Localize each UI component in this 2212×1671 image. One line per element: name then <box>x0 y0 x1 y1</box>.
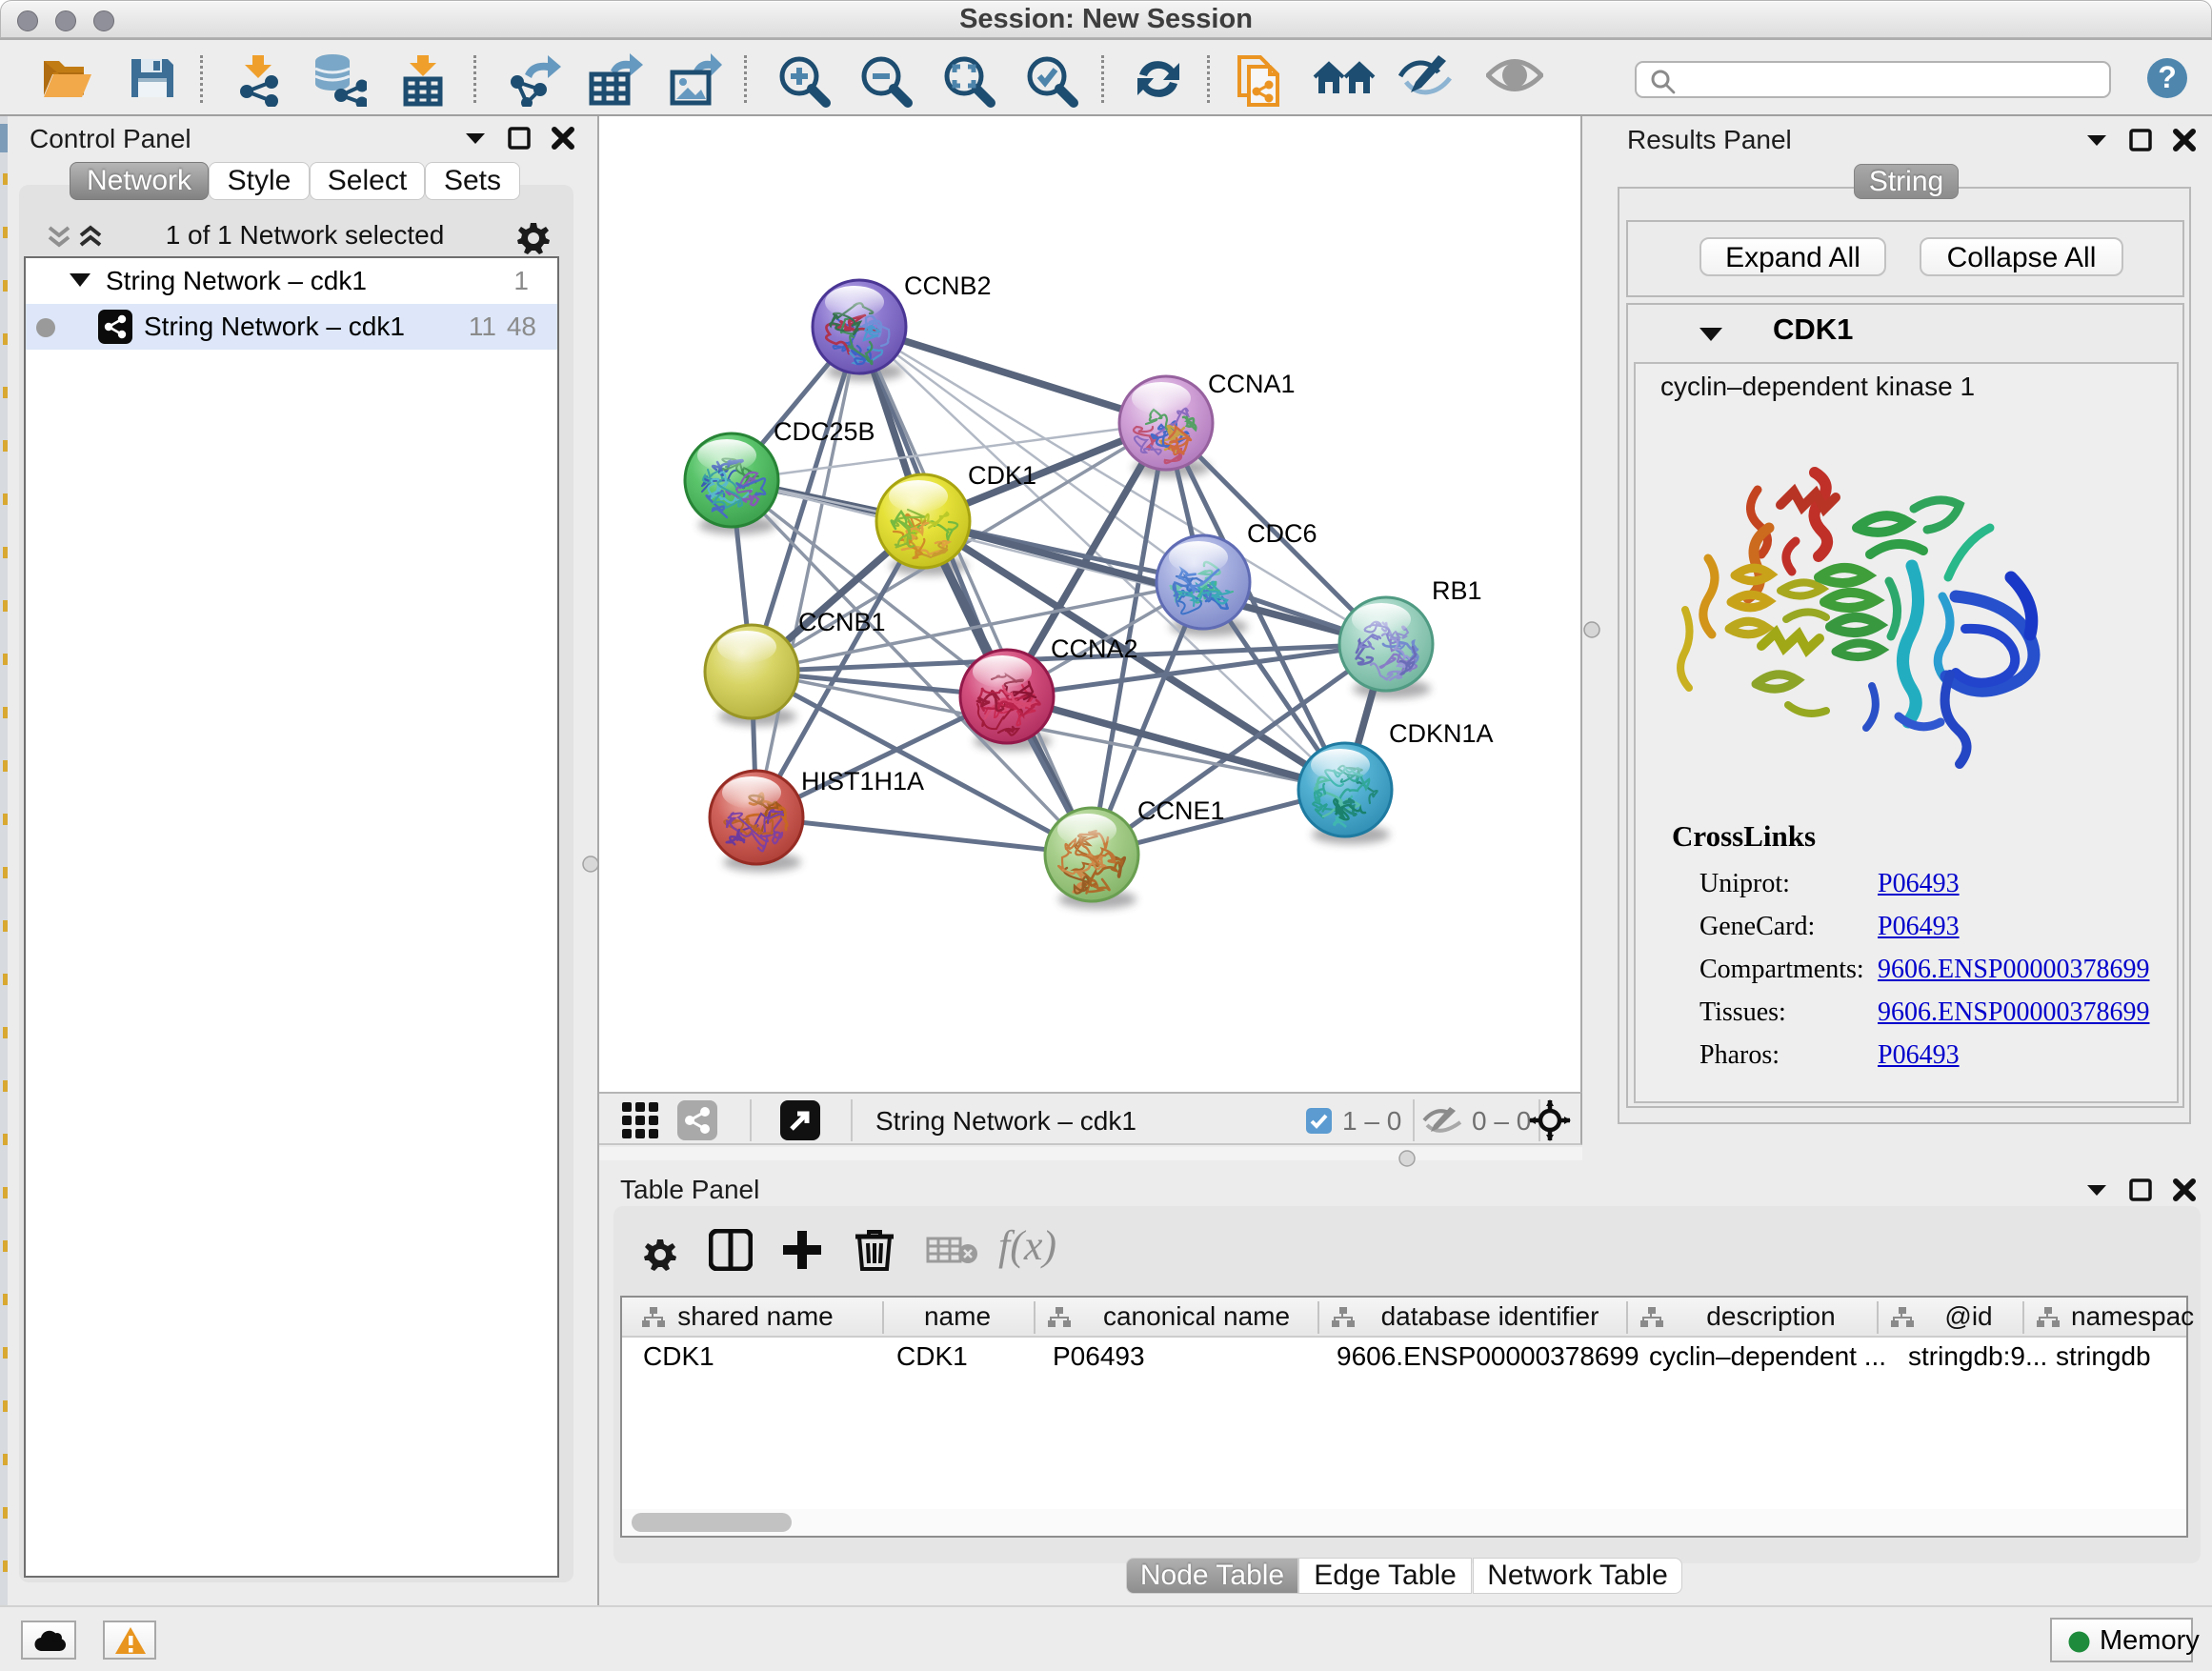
svg-text:?: ? <box>2158 60 2177 94</box>
svg-text:CCNA2: CCNA2 <box>1051 634 1138 663</box>
svg-text:CCNA1: CCNA1 <box>1208 370 1296 398</box>
svg-text:CDC6: CDC6 <box>1247 519 1317 548</box>
svg-text:CCNE1: CCNE1 <box>1137 796 1225 825</box>
svg-text:HIST1H1A: HIST1H1A <box>801 767 924 795</box>
svg-text:CDKN1A: CDKN1A <box>1389 719 1494 748</box>
svg-text:CCNB1: CCNB1 <box>798 608 886 636</box>
svg-text:CCNB2: CCNB2 <box>904 272 992 300</box>
svg-text:CDK1: CDK1 <box>968 461 1036 490</box>
svg-text:CDC25B: CDC25B <box>774 417 875 446</box>
svg-text:RB1: RB1 <box>1432 576 1482 605</box>
